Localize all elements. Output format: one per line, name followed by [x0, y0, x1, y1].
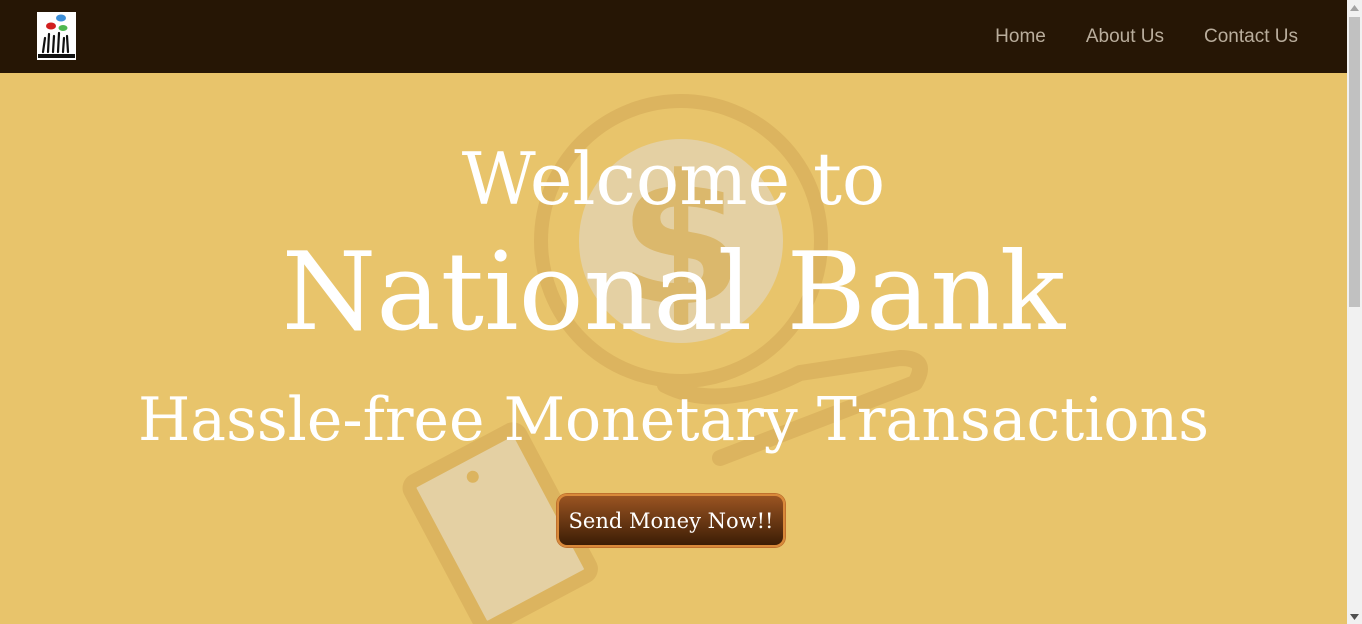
site-logo[interactable]	[37, 12, 76, 60]
hero-bank-name: National Bank	[281, 230, 1066, 355]
nav-about-us-link[interactable]: About Us	[1086, 26, 1164, 48]
scroll-up-arrow-icon[interactable]	[1347, 0, 1362, 15]
send-money-button[interactable]: Send Money Now!!	[557, 494, 785, 547]
scroll-down-arrow-icon[interactable]	[1347, 609, 1362, 624]
nav-home-link[interactable]: Home	[995, 26, 1046, 48]
hands-speech-bubbles-logo-icon	[38, 14, 75, 58]
nav-links: Home About Us Contact Us	[995, 0, 1298, 73]
nav-contact-us-link[interactable]: Contact Us	[1204, 26, 1298, 48]
scrollbar-thumb[interactable]	[1349, 17, 1360, 307]
hero-welcome-text: Welcome to	[461, 137, 886, 221]
vertical-scrollbar[interactable]	[1347, 0, 1362, 624]
hero-section: $ Welcome to National Bank Hassle-free M…	[0, 73, 1347, 624]
hero-tagline: Hassle-free Monetary Transactions	[137, 385, 1209, 455]
top-navbar: Home About Us Contact Us	[0, 0, 1347, 73]
